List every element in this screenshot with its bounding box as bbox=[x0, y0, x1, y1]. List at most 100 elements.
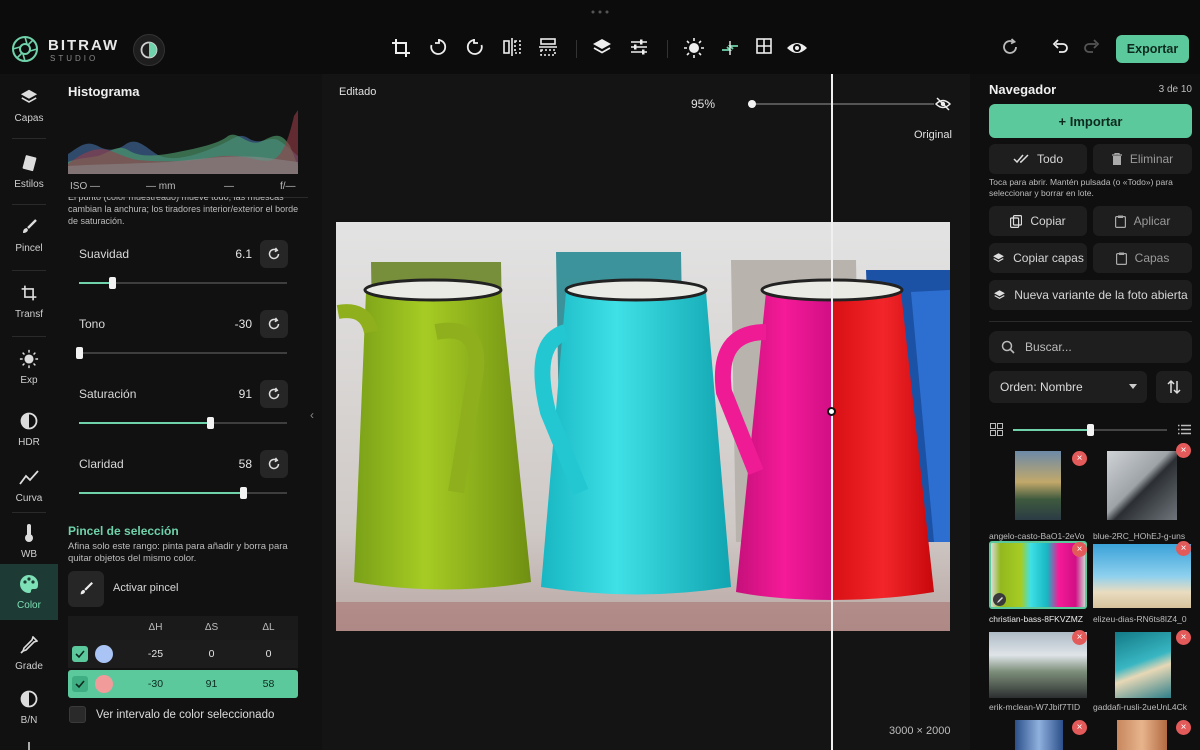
drag-handle[interactable] bbox=[590, 10, 610, 14]
slider-fill bbox=[79, 422, 211, 424]
rail-label: Grade bbox=[15, 661, 43, 672]
thumbnail-item[interactable]: × gaddafi-rusli-2ueUnL4Ck bbox=[1093, 630, 1191, 724]
control-label: Tono bbox=[79, 317, 106, 331]
rail-item-color[interactable]: Color bbox=[0, 564, 58, 620]
control-slider[interactable] bbox=[76, 347, 287, 359]
list-view-icon[interactable] bbox=[1178, 424, 1191, 435]
grid-view-icon[interactable] bbox=[990, 423, 1003, 436]
auto-brightness-icon[interactable] bbox=[683, 37, 709, 63]
thumbnail-size-knob[interactable] bbox=[1087, 424, 1094, 436]
copy-button[interactable]: Copiar bbox=[989, 206, 1087, 236]
remove-thumbnail-icon[interactable]: × bbox=[1176, 541, 1191, 556]
thumbnail-item[interactable]: × angelo-casto-BaO1-2eVo bbox=[989, 449, 1087, 543]
compare-split-icon[interactable] bbox=[719, 37, 745, 63]
import-button[interactable]: + Importar bbox=[989, 104, 1192, 138]
remove-thumbnail-icon[interactable]: × bbox=[1176, 630, 1191, 645]
show-range-label[interactable]: Ver intervalo de color seleccionado bbox=[96, 709, 274, 721]
collapse-panel-chevron-icon[interactable]: ‹ bbox=[310, 408, 314, 422]
image-dimensions: 3000 × 2000 bbox=[889, 725, 951, 737]
table-row[interactable]: -25 0 0 bbox=[68, 640, 298, 668]
rail-item-transf[interactable]: Transf bbox=[0, 270, 58, 332]
thumbnail-item[interactable]: × elizeu-dias-RN6ts8IZ4_0 bbox=[1093, 540, 1191, 634]
sort-select[interactable]: Orden: Nombre bbox=[989, 371, 1147, 403]
activate-brush-label[interactable]: Activar pincel bbox=[113, 582, 178, 594]
slider-knob[interactable] bbox=[76, 347, 83, 359]
rail-item-pincel[interactable]: Pincel bbox=[0, 204, 58, 266]
remove-thumbnail-icon[interactable]: × bbox=[1176, 720, 1191, 735]
show-range-checkbox[interactable] bbox=[69, 706, 86, 723]
slider-knob[interactable] bbox=[207, 417, 215, 429]
new-variant-button[interactable]: Nueva variante de la foto abierta bbox=[989, 280, 1192, 310]
thumbnail-item-selected[interactable]: × christian-bass-8FKVZMZ bbox=[989, 540, 1087, 634]
reset-button[interactable] bbox=[260, 310, 288, 338]
hide-overlay-icon[interactable] bbox=[935, 97, 951, 111]
remove-thumbnail-icon[interactable]: × bbox=[1072, 630, 1087, 645]
export-button[interactable]: Exportar bbox=[1116, 35, 1189, 63]
undo-icon[interactable] bbox=[1050, 37, 1076, 63]
select-all-button[interactable]: Todo bbox=[989, 144, 1087, 174]
brush-section-desc: Afina solo este rango: pinta para añadir… bbox=[68, 541, 288, 564]
apply-button[interactable]: Aplicar bbox=[1093, 206, 1192, 236]
layers-icon[interactable] bbox=[592, 37, 618, 63]
rail-item-hdr[interactable]: HDR bbox=[0, 398, 58, 460]
refresh-icon[interactable] bbox=[1000, 37, 1026, 63]
rail-item-estilos[interactable]: Estilos bbox=[0, 140, 58, 202]
copy-layers-button[interactable]: Copiar capas bbox=[989, 243, 1087, 273]
sort-direction-button[interactable] bbox=[1156, 371, 1192, 403]
thumbnail-size-slider[interactable] bbox=[1013, 424, 1167, 436]
navigator-hint: Toca para abrir. Mantén pulsada (o «Todo… bbox=[989, 177, 1173, 198]
rotate-right-icon[interactable] bbox=[465, 37, 491, 63]
rail-item-capas[interactable]: Capas bbox=[0, 74, 58, 136]
delete-button[interactable]: Eliminar bbox=[1093, 144, 1192, 174]
remove-thumbnail-icon[interactable]: × bbox=[1072, 542, 1087, 557]
image-canvas[interactable]: Editado Original 95% ‹ 3000 × 2000 bbox=[310, 74, 976, 750]
row-checkbox[interactable] bbox=[72, 646, 88, 662]
remove-thumbnail-icon[interactable]: × bbox=[1176, 443, 1191, 458]
rail-item-curva[interactable]: Curva bbox=[0, 454, 58, 516]
bw-icon bbox=[20, 688, 38, 710]
thumbnail-item[interactable]: × blue-2RC_HOhEJ-g-uns bbox=[1093, 443, 1191, 543]
thumbnail-item[interactable] bbox=[1117, 720, 1167, 750]
compare-toggle-button[interactable] bbox=[133, 34, 165, 66]
trash-icon bbox=[1111, 153, 1122, 165]
flip-horizontal-icon[interactable] bbox=[502, 37, 528, 63]
zoom-slider[interactable] bbox=[748, 100, 934, 108]
control-value: 91 bbox=[238, 387, 252, 401]
paste-layers-button[interactable]: Capas bbox=[1093, 243, 1192, 273]
compare-split-handle[interactable] bbox=[827, 407, 836, 416]
control-label: Suavidad bbox=[79, 247, 130, 261]
thumbnail-item[interactable] bbox=[1015, 720, 1063, 750]
activate-brush-button[interactable] bbox=[68, 571, 104, 607]
rail-item-bn[interactable]: B/N bbox=[0, 676, 58, 738]
adjustments-icon[interactable] bbox=[629, 37, 655, 63]
remove-thumbnail-icon[interactable]: × bbox=[1072, 720, 1087, 735]
reset-button[interactable] bbox=[260, 450, 288, 478]
row-checkbox[interactable] bbox=[72, 676, 88, 692]
row-ds: 91 bbox=[205, 678, 218, 690]
remove-thumbnail-icon[interactable]: × bbox=[1072, 451, 1087, 466]
control-slider[interactable] bbox=[79, 277, 287, 289]
slider-knob[interactable] bbox=[240, 487, 248, 499]
search-input[interactable]: Buscar... bbox=[989, 331, 1192, 363]
table-row-selected[interactable]: -30 91 58 bbox=[68, 670, 298, 698]
zoom-slider-knob[interactable] bbox=[748, 100, 756, 108]
photo-preview[interactable] bbox=[336, 222, 950, 631]
grid-icon[interactable] bbox=[755, 37, 781, 63]
brush-icon bbox=[20, 216, 38, 238]
eye-icon[interactable] bbox=[786, 37, 812, 63]
redo-icon[interactable] bbox=[1082, 37, 1108, 63]
control-slider[interactable] bbox=[79, 487, 287, 499]
reset-button[interactable] bbox=[260, 380, 288, 408]
tool-rail: Capas Estilos Pincel Transf Exp HDR Curv… bbox=[0, 74, 58, 750]
navigator-title: Navegador bbox=[989, 82, 1057, 97]
rail-item-grade[interactable]: Grade bbox=[0, 622, 58, 684]
flip-vertical-icon[interactable] bbox=[538, 37, 564, 63]
crop-icon[interactable] bbox=[390, 37, 416, 63]
reset-button[interactable] bbox=[260, 240, 288, 268]
rotate-left-icon[interactable] bbox=[428, 37, 454, 63]
slider-knob[interactable] bbox=[109, 277, 117, 289]
control-slider[interactable] bbox=[79, 417, 287, 429]
rail-item-exp[interactable]: Exp bbox=[0, 336, 58, 398]
rail-item-wb[interactable]: WB bbox=[0, 510, 58, 572]
thumbnail-item[interactable]: × erik-mclean-W7Jbif7TID bbox=[989, 630, 1087, 724]
